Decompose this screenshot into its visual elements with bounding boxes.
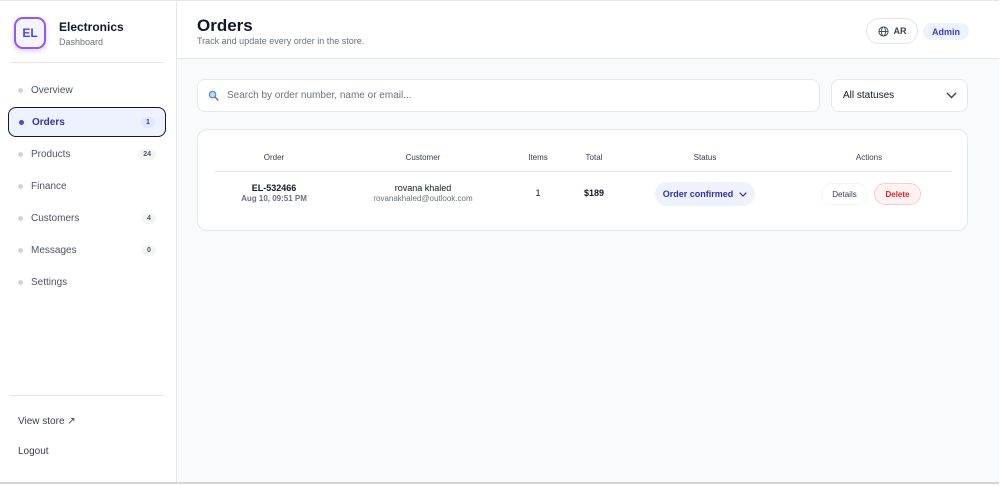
count-badge: 0 (142, 244, 156, 256)
top-bar: Orders Track and update every order in t… (177, 1, 999, 59)
language-label: AR (893, 26, 907, 36)
page-title: Orders (197, 16, 253, 35)
sidebar-item-label: Customers (31, 212, 80, 224)
order-total: $189 (583, 188, 605, 198)
customer-name: rovana khaled (394, 183, 452, 193)
role-badge: Admin (923, 23, 969, 40)
globe-icon (877, 25, 889, 37)
status-filter-value: All statuses (843, 90, 895, 101)
sidebar-divider-bottom (10, 395, 164, 396)
bullet-icon (19, 119, 24, 125)
orders-table: Order Customer Items Total Status Action… (197, 129, 968, 231)
sidebar-divider-top (10, 62, 164, 63)
sidebar-footer: View store ↗ Logout (18, 416, 76, 461)
main-content: Orders Track and update every order in t… (177, 1, 999, 482)
customer-email: rovanakhaled@outlook.com (373, 194, 473, 203)
view-store-link[interactable]: View store ↗ (18, 416, 76, 431)
sidebar-item-products[interactable]: Products 24 (8, 139, 166, 169)
order-date: Aug 10, 09:51 PM (241, 194, 307, 203)
count-badge: 24 (138, 148, 156, 160)
app-window: EL Electronics Dashboard Overview Orders… (0, 0, 999, 484)
brand-text: Electronics Dashboard (59, 20, 124, 47)
sidebar-item-label: Overview (31, 84, 73, 96)
sidebar-item-label: Orders (32, 116, 65, 128)
sidebar-item-settings[interactable]: Settings (8, 267, 166, 297)
order-cell: EL-532466 Aug 10, 09:51 PM (218, 183, 330, 203)
chevron-down-icon (946, 92, 957, 99)
sidebar: EL Electronics Dashboard Overview Orders… (0, 1, 177, 482)
sidebar-item-orders[interactable]: Orders 1 (8, 107, 166, 137)
brand: EL Electronics Dashboard (14, 17, 124, 49)
sidebar-item-label: Messages (31, 244, 77, 256)
column-header-order: Order (263, 153, 285, 162)
order-status-label: Order confirmed (662, 189, 734, 199)
status-filter-select[interactable]: All statuses (831, 79, 968, 112)
column-header-customer: Customer (405, 153, 441, 162)
chevron-down-icon (739, 191, 747, 197)
order-number: EL-532466 (251, 183, 297, 193)
bullet-icon (18, 151, 23, 157)
search-field[interactable] (197, 79, 820, 112)
column-header-items: Items (528, 153, 548, 162)
sidebar-item-finance[interactable]: Finance (8, 171, 166, 201)
search-input[interactable] (227, 90, 819, 101)
delete-button[interactable]: Delete (874, 183, 921, 205)
column-header-actions: Actions (855, 153, 883, 162)
brand-logo[interactable]: EL (14, 17, 46, 49)
search-icon (208, 90, 219, 101)
page-subtitle: Track and update every order in the stor… (197, 36, 365, 46)
bullet-icon (18, 183, 23, 189)
logout-link[interactable]: Logout (18, 446, 76, 461)
bullet-icon (18, 279, 23, 285)
sidebar-item-messages[interactable]: Messages 0 (8, 235, 166, 265)
column-header-status: Status (693, 153, 717, 162)
brand-subtitle: Dashboard (59, 36, 104, 47)
bullet-icon (18, 247, 23, 253)
language-button[interactable]: AR (866, 18, 918, 44)
sidebar-item-label: Finance (31, 180, 67, 192)
customer-cell: rovana khaled rovanakhaled@outlook.com (338, 183, 508, 203)
count-badge: 4 (142, 212, 156, 224)
bullet-icon (18, 87, 23, 93)
sidebar-nav: Overview Orders 1 Products 24 Finance Cu… (8, 75, 166, 299)
sidebar-item-label: Settings (31, 276, 68, 288)
bullet-icon (18, 215, 23, 221)
count-badge: 1 (141, 116, 155, 128)
sidebar-item-label: Products (31, 148, 71, 160)
order-status-dropdown[interactable]: Order confirmed (655, 182, 755, 206)
details-button[interactable]: Details (821, 183, 868, 205)
column-header-total: Total (585, 153, 603, 162)
header-divider (215, 171, 952, 172)
brand-name: Electronics (59, 19, 124, 34)
items-count: 1 (535, 188, 541, 198)
sidebar-item-overview[interactable]: Overview (8, 75, 166, 105)
sidebar-item-customers[interactable]: Customers 4 (8, 203, 166, 233)
